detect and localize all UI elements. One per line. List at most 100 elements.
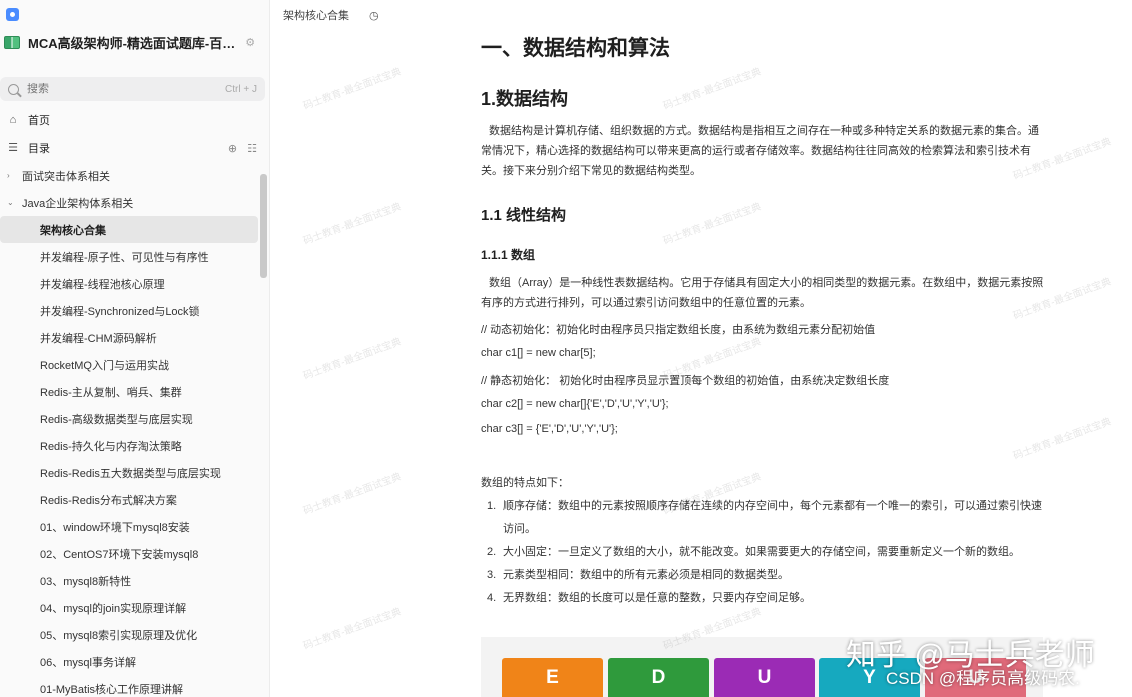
list-text: 无界数组：数组的长度可以是任意的整数，只要内存空间足够。	[503, 592, 811, 604]
list-number: 4.	[487, 592, 497, 604]
sidebar-tree-label: Redis-Redis分布式解决方案	[40, 494, 177, 507]
list-text: 元素类型相同：数组中的所有元素必须是相同的数据类型。	[503, 569, 789, 581]
settings-icon[interactable]: ⚙	[245, 36, 255, 49]
nav-home[interactable]: ⌂ 首页	[0, 108, 265, 132]
app-logo-icon[interactable]	[6, 8, 19, 21]
list-item: 4. 无界数组：数组的长度可以是任意的整数，只要内存空间足够。	[487, 587, 1047, 610]
breadcrumb[interactable]: 架构核心合集	[283, 7, 349, 23]
search-box[interactable]: Ctrl + J	[0, 77, 265, 101]
list-item: 3. 元素类型相同：数组中的所有元素必须是相同的数据类型。	[487, 564, 1047, 587]
sidebar-tree-label: 03、mysql8新特性	[40, 575, 132, 588]
sidebar-tree-label: Redis-主从复制、哨兵、集群	[40, 386, 182, 399]
sidebar-tree-item[interactable]: Redis-主从复制、哨兵、集群	[0, 378, 258, 405]
edu-letter-tile: D	[608, 658, 709, 697]
sidebar-tree-item[interactable]: 02、CentOS7环境下安装mysql8	[0, 540, 258, 567]
sidebar-tree-label: 01-MyBatis核心工作原理讲解	[40, 683, 184, 696]
chevron-right-icon[interactable]: ›	[7, 171, 15, 180]
edu-letter-tile: E	[502, 658, 603, 697]
sidebar-tree-item[interactable]: Redis-Redis分布式解决方案	[0, 486, 258, 513]
doc-h3: 1.1 线性结构	[481, 207, 567, 224]
search-input[interactable]	[27, 83, 226, 95]
locate-icon[interactable]: ⊕	[228, 142, 237, 155]
features-title: 数组的特点如下：	[481, 477, 569, 489]
list-item: 1. 顺序存储：数组中的元素按照顺序存储在连续的内存空间中，每个元素都有一个唯一的…	[487, 495, 1047, 541]
csdn-watermark: CSDN @程序员高级码农.	[886, 669, 1080, 688]
sidebar-tree-label: 面试突击体系相关	[22, 170, 110, 183]
code-line: // 静态初始化： 初始化时由程序员显示置顶每个数组的初始值，由系统决定数组长度	[481, 375, 890, 387]
sidebar-tree-label: 04、mysql的join实现原理详解	[40, 602, 187, 615]
nav-home-label: 首页	[28, 115, 50, 127]
sidebar-tree-item[interactable]: 05、mysql8索引实现原理及优化	[0, 621, 258, 648]
background-watermark: 码士教育-最全面试宝典	[661, 66, 763, 113]
topbar: 架构核心合集 ◷	[271, 0, 1132, 30]
history-icon[interactable]: ◷	[369, 9, 379, 22]
doc-h4: 1.1.1 数组	[481, 248, 536, 262]
list-item: 2. 大小固定：一旦定义了数组的大小，就不能改变。如果需要更大的存储空间，需要重新…	[487, 541, 1047, 564]
doc-intro: 数据结构是计算机存储、组织数据的方式。数据结构是指相互之间存在一种或多种特定关系…	[481, 125, 1039, 177]
toc-icon: ☰	[8, 142, 18, 154]
sidebar-scrollbar[interactable]	[260, 174, 267, 278]
list-number: 2.	[487, 546, 497, 558]
sidebar-tree-label: 02、CentOS7环境下安装mysql8	[40, 548, 199, 561]
sidebar-tree-label: 并发编程-原子性、可见性与有序性	[40, 251, 209, 264]
code-line: char c2[] = new char[]{'E','D','U','Y','…	[481, 398, 669, 410]
search-icon	[8, 83, 19, 95]
list-text: 顺序存储：数组中的元素按照顺序存储在连续的内存空间中，每个元素都有一个唯一的索引…	[503, 500, 1042, 535]
background-watermark: 码士教育-最全面试宝典	[661, 201, 763, 248]
sidebar-tree-item[interactable]: 并发编程-线程池核心原理	[0, 270, 258, 297]
background-watermark: 码士教育-最全面试宝典	[301, 471, 403, 518]
sidebar-tree-item[interactable]: RocketMQ入门与运用实战	[0, 351, 258, 378]
search-shortcut: Ctrl + J	[225, 83, 257, 95]
background-watermark: 码士教育-最全面试宝典	[301, 336, 403, 383]
code-line: // 动态初始化：初始化时由程序员只指定数组长度，由系统为数组元素分配初始值	[481, 324, 876, 336]
sidebar-tree-item[interactable]: 03、mysql8新特性	[0, 567, 258, 594]
sidebar-tree-item[interactable]: 架构核心合集	[0, 216, 258, 243]
code-line: char c3[] = {'E','D','U','Y','U'};	[481, 423, 618, 435]
sidebar-tree-label: Redis-持久化与内存淘汰策略	[40, 440, 182, 453]
sidebar-tree-item[interactable]: › 面试突击体系相关	[0, 162, 258, 189]
sidebar-tree-item[interactable]: 04、mysql的join实现原理详解	[0, 594, 258, 621]
sidebar-tree-label: Redis-Redis五大数据类型与底层实现	[40, 467, 221, 480]
sidebar: MCA高级架构师-精选面试题库-百… ⚙ Ctrl + J ⌂ 首页 ☰ 目录 …	[0, 0, 270, 697]
sidebar-tree-label: RocketMQ入门与运用实战	[40, 359, 169, 372]
list-number: 1.	[487, 500, 497, 512]
sidebar-tree-item[interactable]: 并发编程-Synchronized与Lock锁	[0, 297, 258, 324]
code-line: char c1[] = new char[5];	[481, 347, 596, 359]
sidebar-tree-label: 并发编程-Synchronized与Lock锁	[40, 305, 200, 318]
home-icon: ⌂	[9, 114, 17, 126]
sidebar-tree-item[interactable]: 01-MyBatis核心工作原理讲解	[0, 675, 258, 697]
sidebar-tree-item[interactable]: ⌄ Java企业架构体系相关	[0, 189, 258, 216]
list-text: 大小固定：一旦定义了数组的大小，就不能改变。如果需要更大的存储空间，需要重新定义…	[503, 546, 1020, 558]
list-number: 3.	[487, 569, 497, 581]
sidebar-tree-label: 架构核心合集	[40, 224, 106, 237]
sidebar-tree-label: 并发编程-CHM源码解析	[40, 332, 157, 345]
sidebar-tree-item[interactable]: 并发编程-CHM源码解析	[0, 324, 258, 351]
toc-tree: › 面试突击体系相关 ⌄ Java企业架构体系相关架构核心合集并发编程-原子性、可见性…	[0, 162, 258, 697]
nav-toc[interactable]: ☰ 目录 ⊕ ☷	[0, 136, 265, 160]
edu-letter-tile: U	[714, 658, 815, 697]
sidebar-tree-label: 06、mysql事务详解	[40, 656, 136, 669]
sidebar-tree-label: 01、window环境下mysql8安装	[40, 521, 190, 534]
sidebar-tree-item[interactable]: 并发编程-原子性、可见性与有序性	[0, 243, 258, 270]
background-watermark: 码士教育-最全面试宝典	[301, 66, 403, 113]
book-title: MCA高级架构师-精选面试题库-百…	[28, 35, 236, 51]
collapse-list-icon[interactable]: ☷	[247, 142, 257, 155]
sidebar-tree-label: 05、mysql8索引实现原理及优化	[40, 629, 198, 642]
background-watermark: 码士教育-最全面试宝典	[301, 201, 403, 248]
sidebar-tree-item[interactable]: Redis-Redis五大数据类型与底层实现	[0, 459, 258, 486]
sidebar-tree-item[interactable]: Redis-高级数据类型与底层实现	[0, 405, 258, 432]
background-watermark: 码士教育-最全面试宝典	[301, 606, 403, 653]
book-header[interactable]: MCA高级架构师-精选面试题库-百… ⚙	[4, 30, 266, 54]
sidebar-tree-item[interactable]: Redis-持久化与内存淘汰策略	[0, 432, 258, 459]
features-list: 1. 顺序存储：数组中的元素按照顺序存储在连续的内存空间中，每个元素都有一个唯一的…	[487, 495, 1047, 610]
doc-h2: 1.数据结构	[481, 89, 569, 109]
sidebar-tree-label: 并发编程-线程池核心原理	[40, 278, 165, 291]
doc-array-desc: 数组（Array）是一种线性表数据结构。它用于存储具有固定大小的相同类型的数据元…	[481, 277, 1044, 309]
doc-h1: 一、数据结构和算法	[481, 37, 670, 60]
sidebar-tree-item[interactable]: 01、window环境下mysql8安装	[0, 513, 258, 540]
sidebar-tree-label: Redis-高级数据类型与底层实现	[40, 413, 193, 426]
nav-toc-label: 目录	[28, 143, 50, 155]
sidebar-tree-label: Java企业架构体系相关	[22, 197, 134, 210]
chevron-down-icon[interactable]: ⌄	[7, 198, 15, 207]
sidebar-tree-item[interactable]: 06、mysql事务详解	[0, 648, 258, 675]
